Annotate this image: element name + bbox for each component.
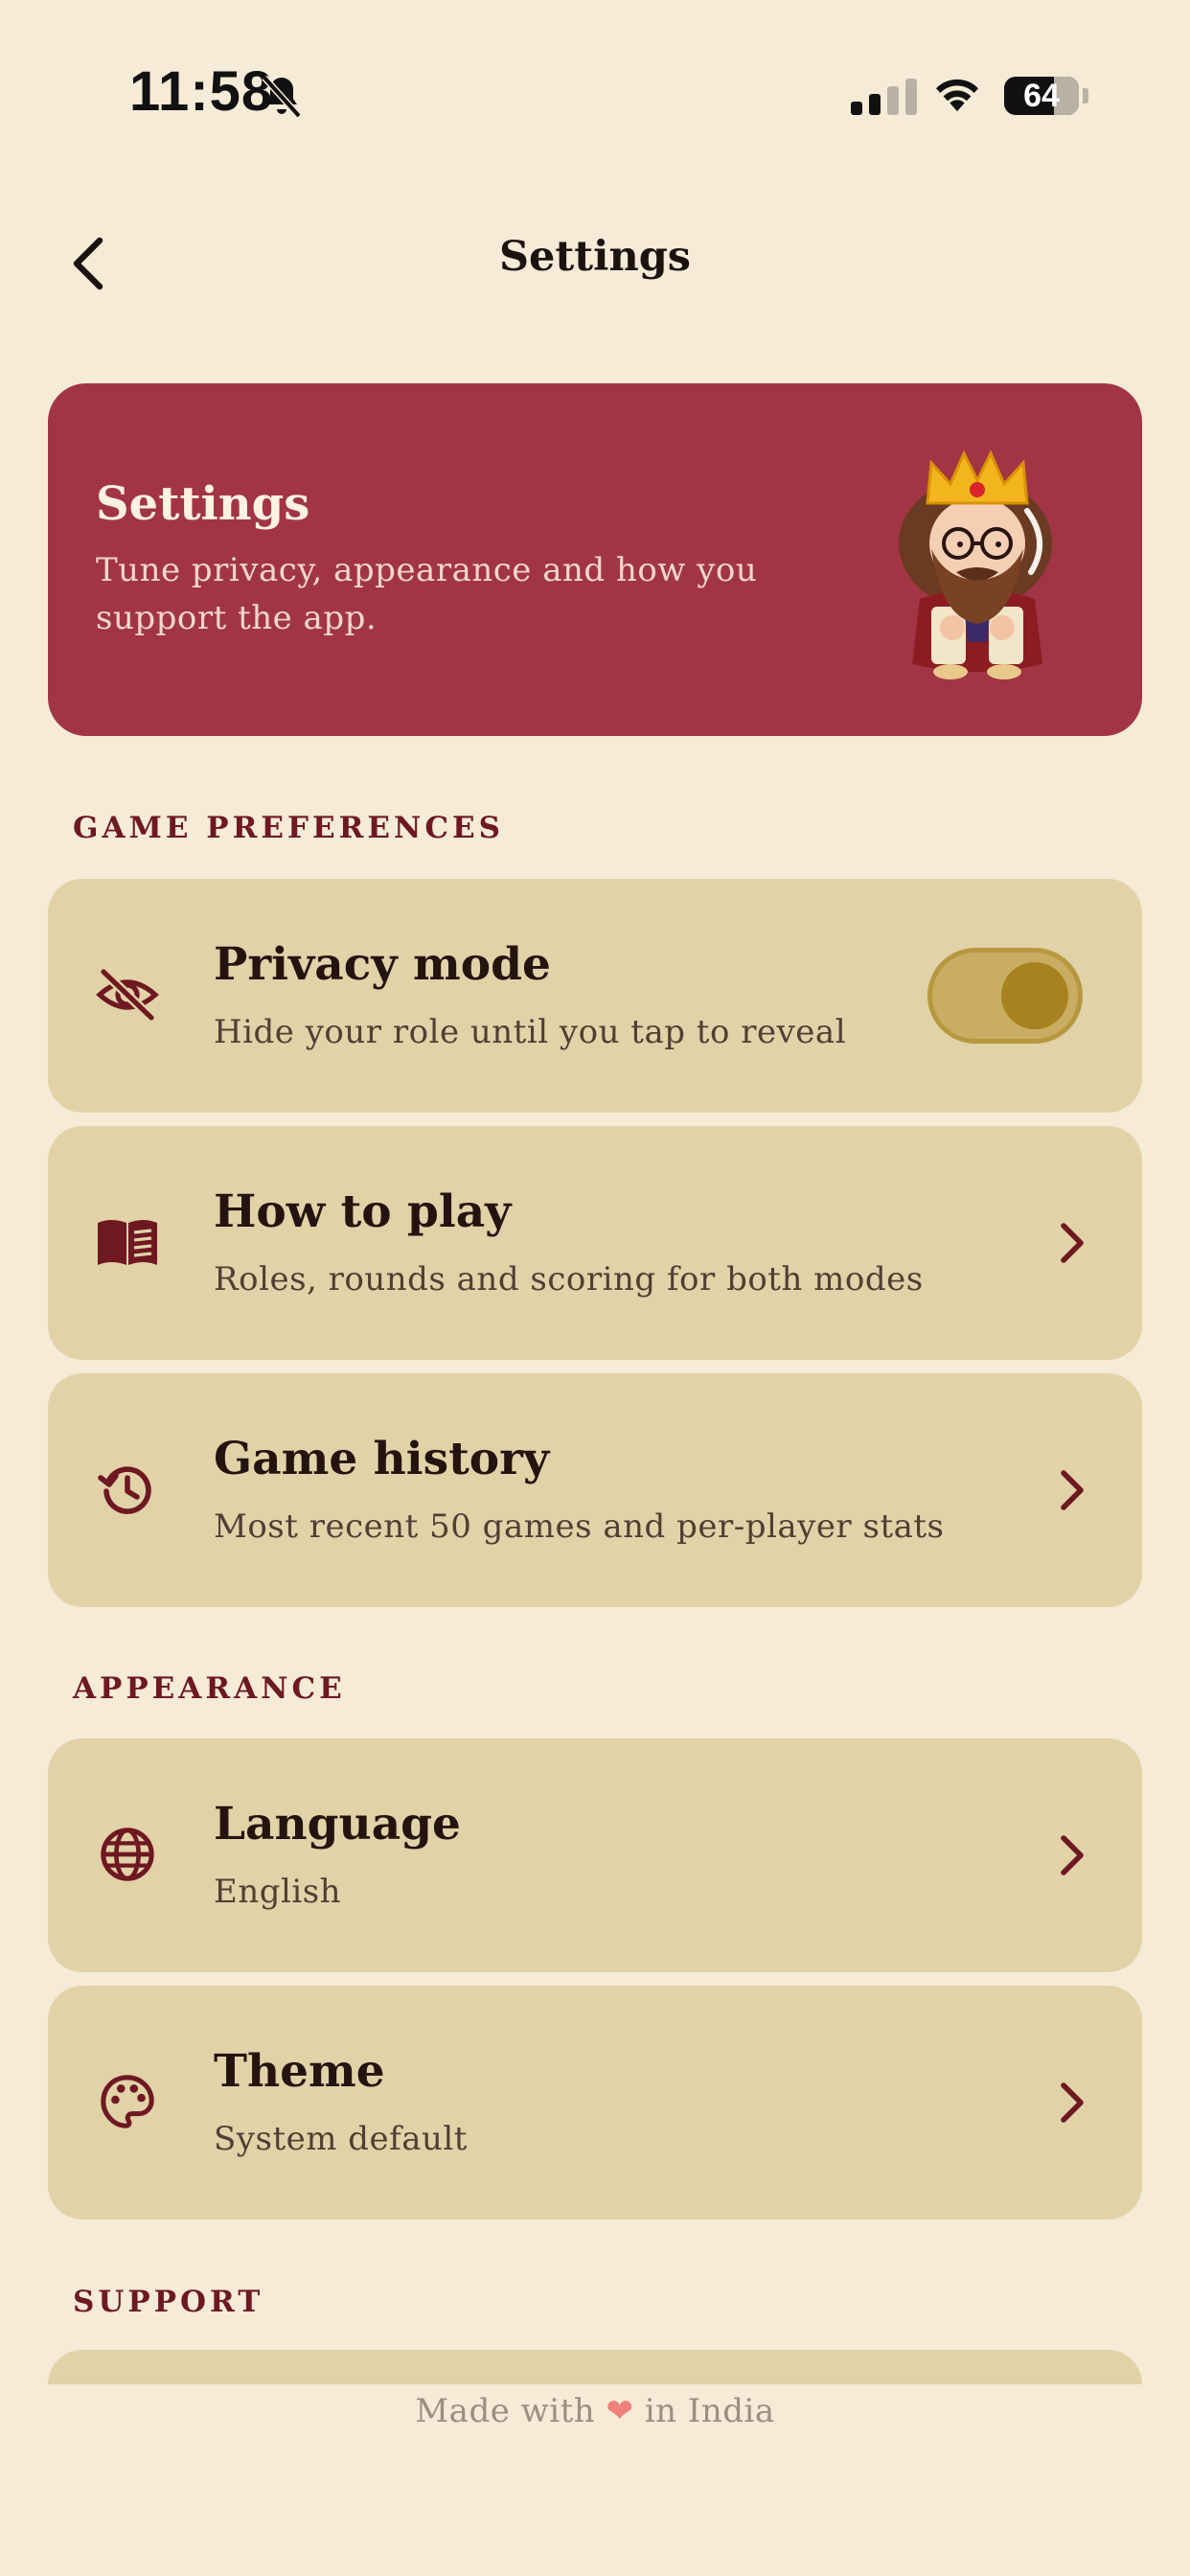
globe-icon bbox=[94, 1821, 161, 1888]
toggle-knob bbox=[1001, 962, 1068, 1029]
section-label-game-preferences: GAME PREFERENCES bbox=[73, 811, 505, 845]
king-mascot-icon bbox=[899, 449, 1052, 679]
history-icon bbox=[94, 1456, 161, 1523]
battery-level: 64 bbox=[1023, 78, 1060, 114]
bell-off-icon bbox=[262, 75, 302, 119]
hero-title: Settings bbox=[96, 477, 310, 531]
theme-title: Theme bbox=[214, 2045, 385, 2098]
privacy-mode-subtitle: Hide your role until you tap to reveal bbox=[214, 1013, 847, 1051]
privacy-mode-row[interactable]: Privacy mode Hide your role until you ta… bbox=[48, 879, 1142, 1113]
footer-suffix: in India bbox=[644, 2392, 775, 2430]
theme-value: System default bbox=[214, 2120, 468, 2158]
palette-icon bbox=[94, 2068, 161, 2135]
status-bar: 11:58 64 bbox=[0, 0, 1190, 182]
page-title: Settings bbox=[498, 233, 691, 281]
game-history-row[interactable]: Game history Most recent 50 games and pe… bbox=[48, 1373, 1142, 1607]
book-icon bbox=[94, 1208, 161, 1276]
wifi-icon bbox=[935, 79, 979, 112]
nav-bar: Settings bbox=[0, 206, 1190, 321]
section-label-appearance: APPEARANCE bbox=[73, 1671, 346, 1706]
footer-text: Made with ❤ in India bbox=[0, 2392, 1190, 2430]
privacy-mode-title: Privacy mode bbox=[214, 938, 551, 991]
privacy-mode-toggle[interactable] bbox=[927, 948, 1083, 1044]
hero-subtitle: Tune privacy, appearance and how you sup… bbox=[96, 551, 758, 637]
hero-banner: Settings Tune privacy, appearance and ho… bbox=[48, 383, 1142, 736]
chevron-right-icon bbox=[1061, 1223, 1084, 1263]
chevron-right-icon bbox=[1061, 1470, 1084, 1510]
footer: Made with ❤ in India bbox=[0, 2384, 1190, 2576]
language-title: Language bbox=[214, 1798, 461, 1851]
how-to-play-subtitle: Roles, rounds and scoring for both modes bbox=[214, 1260, 924, 1299]
signal-icon bbox=[851, 77, 917, 115]
language-value: English bbox=[214, 1873, 342, 1911]
how-to-play-title: How to play bbox=[214, 1185, 512, 1238]
battery-icon: 64 bbox=[1004, 77, 1079, 115]
footer-prefix: Made with bbox=[415, 2392, 596, 2430]
language-row[interactable]: Language English bbox=[48, 1738, 1142, 1972]
chevron-right-icon bbox=[1061, 2082, 1084, 2123]
eye-off-icon bbox=[94, 961, 161, 1028]
chevron-right-icon bbox=[1061, 1835, 1084, 1875]
heart-icon: ❤ bbox=[606, 2392, 634, 2430]
section-label-support: SUPPORT bbox=[73, 2285, 264, 2319]
how-to-play-row[interactable]: How to play Roles, rounds and scoring fo… bbox=[48, 1126, 1142, 1360]
status-time: 11:58 bbox=[129, 60, 274, 123]
theme-row[interactable]: Theme System default bbox=[48, 1986, 1142, 2220]
game-history-subtitle: Most recent 50 games and per-player stat… bbox=[214, 1507, 945, 1546]
game-history-title: Game history bbox=[214, 1433, 550, 1485]
battery-cap bbox=[1083, 88, 1088, 104]
